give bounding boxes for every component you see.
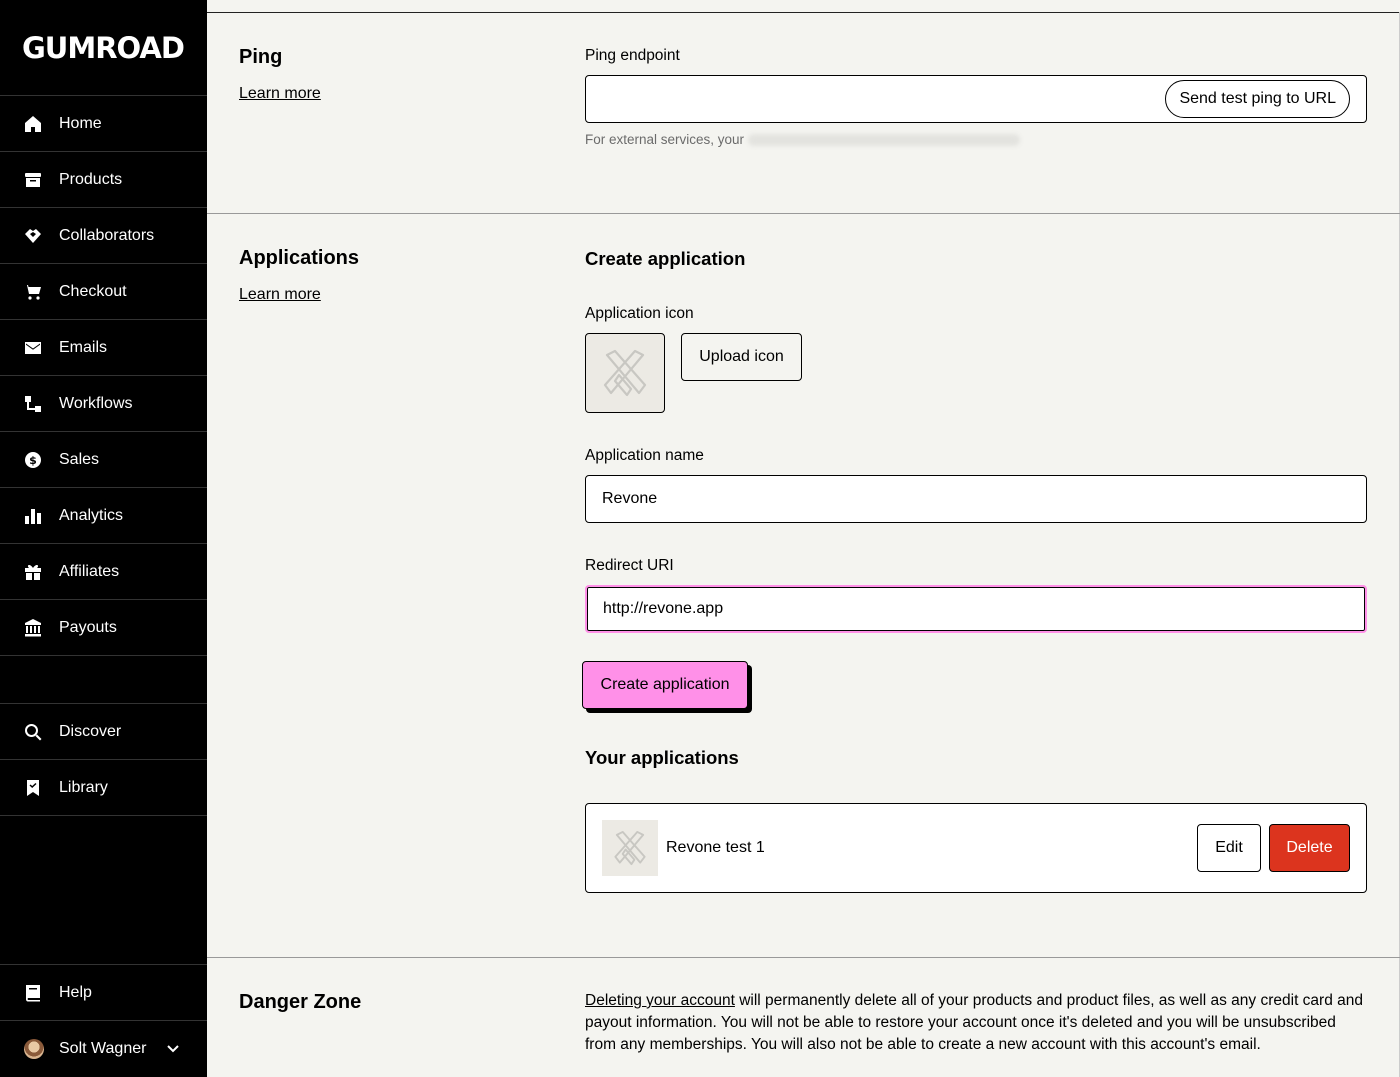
redirect-uri-input[interactable]: http://revone.app: [585, 585, 1367, 633]
ping-learn-more-link[interactable]: Learn more: [239, 85, 321, 103]
application-thumbnail: [602, 820, 658, 876]
delete-account-link[interactable]: Deleting your account: [585, 992, 735, 1009]
sidebar-item-help[interactable]: Help: [0, 965, 207, 1021]
sidebar-item-home[interactable]: Home: [0, 96, 207, 152]
sidebar-spacer: [0, 656, 207, 704]
sidebar-item-label: Workflows: [59, 394, 133, 412]
applications-section-title: Applications: [239, 247, 360, 269]
ping-endpoint-input[interactable]: Send test ping to URL: [585, 75, 1367, 123]
user-name: Solt Wagner: [59, 1040, 147, 1057]
sidebar-item-label: Library: [59, 778, 108, 796]
redacted-url: [748, 134, 1021, 147]
sidebar-item-sales[interactable]: $ Sales: [0, 432, 207, 488]
redirect-uri-label: Redirect URI: [585, 557, 674, 574]
sidebar-item-workflows[interactable]: Workflows: [0, 376, 207, 432]
envelope-icon: [24, 339, 42, 357]
your-applications-heading: Your applications: [585, 747, 739, 768]
settings-main: Ping Learn more Ping endpoint Send test …: [207, 0, 1400, 1077]
sidebar-item-discover[interactable]: Discover: [0, 704, 207, 760]
avatar: [24, 1039, 44, 1059]
svg-text:GUMROAD: GUMROAD: [22, 35, 184, 61]
redirect-uri-value: http://revone.app: [603, 600, 724, 617]
create-application-button[interactable]: Create application: [582, 661, 748, 709]
dollar-circle-icon: $: [24, 451, 42, 469]
applications-learn-more-link[interactable]: Learn more: [239, 286, 321, 304]
ping-section-title: Ping: [239, 46, 283, 68]
sidebar-item-label: Analytics: [59, 506, 124, 524]
application-list-item: Revone test 1 Edit Delete: [585, 803, 1367, 893]
sidebar-item-library[interactable]: Library: [0, 760, 207, 816]
gumroad-logo-icon: GUMROAD: [22, 35, 184, 61]
workflow-icon: [24, 395, 42, 413]
sidebar-item-label: Help: [59, 983, 92, 1001]
sidebar-footer: Help Solt Wagner: [0, 964, 207, 1077]
edit-application-button[interactable]: Edit: [1197, 824, 1261, 872]
bar-chart-icon: [24, 507, 42, 525]
ping-hint-text: For external services, your: [585, 132, 1021, 147]
sidebar-item-label: Products: [59, 170, 123, 188]
create-application-heading: Create application: [585, 248, 746, 269]
delete-application-button[interactable]: Delete: [1269, 824, 1350, 872]
upload-icon-button[interactable]: Upload icon: [681, 333, 802, 381]
gumroad-logo[interactable]: GUMROAD: [0, 0, 207, 96]
application-name: Revone test 1: [666, 839, 765, 856]
book-icon: [24, 984, 42, 1002]
chevron-down-icon: [167, 1040, 179, 1058]
sidebar-item-analytics[interactable]: Analytics: [0, 488, 207, 544]
application-icon-label: Application icon: [585, 305, 694, 322]
sidebar-item-label: Sales: [59, 450, 100, 468]
svg-text:$: $: [29, 454, 37, 467]
application-name-label: Application name: [585, 447, 704, 464]
application-name-value: Revone: [602, 490, 658, 507]
search-icon: [24, 723, 42, 741]
bank-icon: [24, 618, 42, 637]
ping-hint-label: For external services, your: [585, 132, 745, 147]
cart-icon: [24, 283, 42, 301]
sidebar-item-payouts[interactable]: Payouts: [0, 600, 207, 656]
sidebar-item-checkout[interactable]: Checkout: [0, 264, 207, 320]
sidebar-item-label: Payouts: [59, 618, 117, 636]
gift-icon: [24, 563, 42, 581]
sidebar-item-products[interactable]: Products: [0, 152, 207, 208]
placeholder-tools-icon: [603, 349, 647, 397]
section-divider: [207, 213, 1400, 214]
ping-endpoint-label: Ping endpoint: [585, 47, 680, 64]
sidebar: GUMROAD Home Products Collaborators Chec…: [0, 0, 207, 1077]
sidebar-item-emails[interactable]: Emails: [0, 320, 207, 376]
application-name-input[interactable]: Revone: [585, 475, 1367, 523]
home-icon: [24, 115, 42, 133]
divider: [207, 12, 1400, 13]
sidebar-item-label: Discover: [59, 722, 122, 740]
sidebar-item-label: Checkout: [59, 282, 127, 300]
sidebar-item-collaborators[interactable]: Collaborators: [0, 208, 207, 264]
application-icon-preview: [585, 333, 665, 413]
danger-zone-title: Danger Zone: [239, 991, 362, 1013]
archive-icon: [24, 171, 42, 189]
send-test-ping-button[interactable]: Send test ping to URL: [1165, 80, 1350, 118]
user-menu[interactable]: Solt Wagner: [0, 1021, 207, 1077]
section-divider: [207, 957, 1400, 958]
placeholder-tools-icon: [614, 830, 646, 866]
sidebar-item-label: Collaborators: [59, 226, 155, 244]
sidebar-item-label: Emails: [59, 338, 108, 356]
bookmark-icon: [24, 779, 42, 797]
handshake-icon: [24, 227, 42, 245]
sidebar-item-label: Home: [59, 114, 102, 132]
sidebar-item-affiliates[interactable]: Affiliates: [0, 544, 207, 600]
danger-zone-description: Deleting your account will permanently d…: [585, 990, 1367, 1056]
sidebar-item-label: Affiliates: [59, 562, 120, 580]
